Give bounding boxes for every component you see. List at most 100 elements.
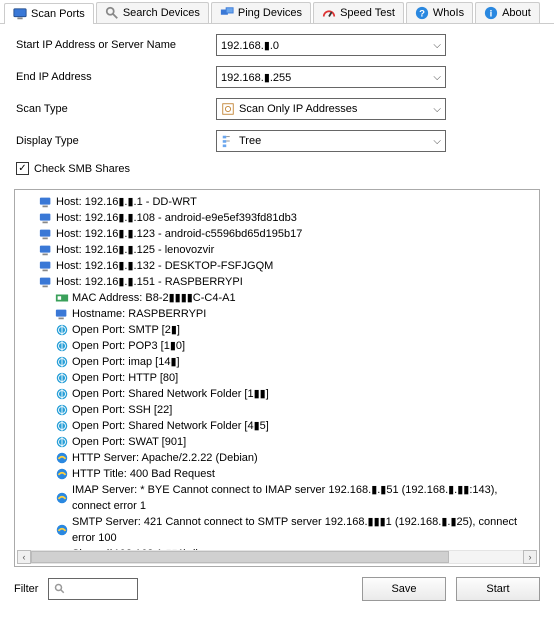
scroll-right-icon[interactable]: › [523,550,537,564]
form-area: Start IP Address or Server Name 192.168.… [0,24,554,181]
host-node[interactable]: Host: 192.16▮.▮.1 - DD-WRT [21,194,539,210]
monitor-icon [39,275,53,289]
detail-node[interactable]: Open Port: SWAT [901] [21,434,539,450]
detail-label: Open Port: Shared Network Folder [1▮▮] [72,386,269,402]
tab-label: Scan Ports [31,8,85,20]
display-type-combo[interactable]: Tree ⌵ [216,130,446,152]
start-button[interactable]: Start [456,577,540,601]
tab-label: About [502,7,531,19]
port-icon [55,387,69,401]
detail-node[interactable]: MAC Address: B8-2▮▮▮▮C-C4-A1 [21,290,539,306]
detail-node[interactable]: Open Port: Shared Network Folder [1▮▮] [21,386,539,402]
host-label: Host: 192.16▮.▮.132 - DESKTOP-FSFJGQM [56,258,273,274]
result-tree[interactable]: Host: 192.16▮.▮.1 - DD-WRTHost: 192.16▮.… [21,194,539,562]
end-ip-combo[interactable]: 192.168.▮.255 ⌵ [216,66,446,88]
host-node[interactable]: Host: 192.16▮.▮.123 - android-c5596bd65d… [21,226,539,242]
magnifier-icon [105,6,119,20]
port-icon [55,419,69,433]
start-button-label: Start [486,583,509,595]
detail-node[interactable]: Open Port: HTTP [80] [21,370,539,386]
tab-search-devices[interactable]: Search Devices [96,2,209,23]
gauge-icon [322,6,336,20]
detail-label: Open Port: SMTP [2▮] [72,322,180,338]
scroll-track[interactable] [31,550,523,564]
detail-node[interactable]: IMAP Server: * BYE Cannot connect to IMA… [21,482,539,514]
monitor-icon [39,259,53,273]
host-label: Host: 192.16▮.▮.125 - lenovozvir [56,242,214,258]
port-icon [55,323,69,337]
port-icon [55,435,69,449]
svg-text:i: i [490,9,493,20]
scroll-left-icon[interactable]: ‹ [17,550,31,564]
detail-node[interactable]: Open Port: imap [14▮] [21,354,539,370]
display-type-label: Display Type [16,135,216,147]
detail-label: Hostname: RASPBERRYPI [72,306,206,322]
nic-icon [55,291,69,305]
check-smb-row[interactable]: ✓ Check SMB Shares [16,162,538,175]
ie-icon [55,491,69,505]
scan-icon [221,102,235,116]
filter-input[interactable] [48,578,138,600]
detail-label: Open Port: HTTP [80] [72,370,178,386]
filter-label: Filter [14,583,38,595]
detail-label: IMAP Server: * BYE Cannot connect to IMA… [72,482,539,514]
tab-ping-devices[interactable]: Ping Devices [211,2,311,23]
question-icon: ? [415,6,429,20]
host-node[interactable]: Host: 192.16▮.▮.125 - lenovozvir [21,242,539,258]
host-icon [55,307,69,321]
horizontal-scrollbar[interactable]: ‹ › [17,550,537,564]
detail-node[interactable]: Open Port: SMTP [2▮] [21,322,539,338]
tab-bar: Scan Ports Search Devices Ping Devices S… [0,0,554,24]
chevron-down-icon: ⌵ [433,136,441,147]
ie-icon [55,451,69,465]
detail-node[interactable]: Open Port: SSH [22] [21,402,539,418]
save-button[interactable]: Save [362,577,446,601]
detail-node[interactable]: SMTP Server: 421 Cannot connect to SMTP … [21,514,539,546]
ie-icon [55,523,69,537]
detail-label: Open Port: POP3 [1▮0] [72,338,185,354]
start-ip-value: 192.168.▮.0 [221,39,433,52]
detail-label: Open Port: imap [14▮] [72,354,180,370]
monitor-icon [39,243,53,257]
host-label: Host: 192.16▮.▮.151 - RASPBERRYPI [56,274,243,290]
host-node[interactable]: Host: 192.16▮.▮.151 - RASPBERRYPI [21,274,539,290]
detail-node[interactable]: Open Port: Shared Network Folder [4▮5] [21,418,539,434]
detail-node[interactable]: Hostname: RASPBERRYPI [21,306,539,322]
tab-whois[interactable]: ? WhoIs [406,2,473,23]
port-icon [55,371,69,385]
detail-node[interactable]: HTTP Server: Apache/2.2.22 (Debian) [21,450,539,466]
detail-label: Open Port: Shared Network Folder [4▮5] [72,418,269,434]
start-ip-combo[interactable]: 192.168.▮.0 ⌵ [216,34,446,56]
scan-type-combo[interactable]: Scan Only IP Addresses ⌵ [216,98,446,120]
port-icon [55,339,69,353]
checkbox-checked-icon[interactable]: ✓ [16,162,29,175]
check-smb-label: Check SMB Shares [34,163,130,175]
tab-label: Speed Test [340,7,395,19]
results-panel: Host: 192.16▮.▮.1 - DD-WRTHost: 192.16▮.… [14,189,540,567]
info-icon: i [484,6,498,20]
tab-label: Search Devices [123,7,200,19]
detail-node[interactable]: HTTP Title: 400 Bad Request [21,466,539,482]
tab-speed-test[interactable]: Speed Test [313,2,404,23]
chevron-down-icon: ⌵ [433,72,441,83]
tab-scan-ports[interactable]: Scan Ports [4,3,94,24]
scroll-thumb[interactable] [31,551,449,563]
detail-node[interactable]: Open Port: POP3 [1▮0] [21,338,539,354]
detail-label: HTTP Server: Apache/2.2.22 (Debian) [72,450,258,466]
scan-type-value: Scan Only IP Addresses [239,103,433,115]
detail-label: SMTP Server: 421 Cannot connect to SMTP … [72,514,539,546]
monitors-icon [220,6,234,20]
detail-label: HTTP Title: 400 Bad Request [72,466,215,482]
tab-label: Ping Devices [238,7,302,19]
bottom-bar: Filter Save Start [0,573,554,605]
monitor-icon [39,195,53,209]
tab-about[interactable]: i About [475,2,540,23]
host-node[interactable]: Host: 192.16▮.▮.132 - DESKTOP-FSFJGQM [21,258,539,274]
tab-label: WhoIs [433,7,464,19]
end-ip-label: End IP Address [16,71,216,83]
host-node[interactable]: Host: 192.16▮.▮.108 - android-e9e5ef393f… [21,210,539,226]
chevron-down-icon: ⌵ [433,40,441,51]
save-button-label: Save [391,583,416,595]
monitor-icon [39,211,53,225]
monitor-icon [39,227,53,241]
